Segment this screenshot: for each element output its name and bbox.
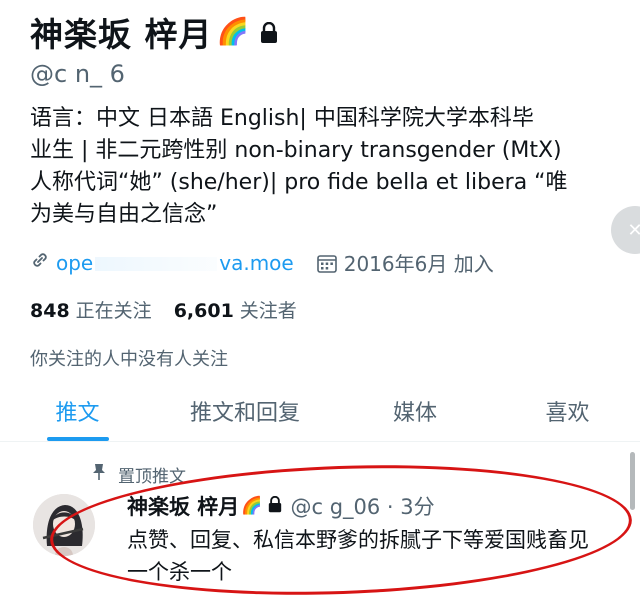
tweet-author-name[interactable]: 神楽坂 梓月 bbox=[127, 491, 239, 521]
follow-stats: 848 正在关注 6,601 关注者 bbox=[30, 296, 319, 323]
tweet-handle-time: @c g_06 · 3分 bbox=[290, 495, 435, 519]
pinned-tweet-label: 置顶推文 bbox=[92, 462, 186, 487]
bio-line: 为美与自由之信念” bbox=[30, 202, 218, 227]
rainbow-emoji-icon: 🌈 bbox=[241, 496, 263, 516]
tweet-text: 点赞、回复、私信本野爹的拆腻子下等爱国贱畜见一个杀一个 bbox=[127, 528, 589, 584]
profile-handle: @c n_ 6 bbox=[30, 60, 125, 88]
profile-bio: 语言：中文 日本語 English| 中国科学院大学本科毕 业生 | 非二元跨性… bbox=[30, 103, 620, 231]
bio-line: 业生 | 非二元跨性别 non-binary transgender (MtX) bbox=[30, 138, 562, 163]
scrollbar[interactable] bbox=[630, 452, 635, 510]
rainbow-emoji-icon: 🌈 bbox=[216, 17, 250, 47]
followers-label: 关注者 bbox=[239, 300, 297, 322]
tab-tweets[interactable]: 推文 bbox=[0, 380, 155, 441]
profile-display-name: 神楽坂 梓月 🌈 bbox=[30, 8, 278, 56]
followers-stat[interactable]: 6,601 关注者 bbox=[174, 296, 297, 323]
display-name-text: 神楽坂 梓月 bbox=[30, 15, 213, 54]
link-suffix: va.moe bbox=[219, 250, 294, 275]
lock-icon bbox=[260, 13, 278, 52]
profile-website-link[interactable]: ope va.moe bbox=[56, 251, 294, 275]
bio-line: 人称代词“她” (she/her)| pro fide bella et lib… bbox=[30, 170, 568, 195]
following-stat[interactable]: 848 正在关注 bbox=[30, 296, 152, 323]
tab-likes[interactable]: 喜欢 bbox=[495, 380, 640, 441]
tab-tweets-and-replies[interactable]: 推文和回复 bbox=[155, 380, 335, 441]
bio-line: 语言：中文 日本語 English| 中国科学院大学本科毕 bbox=[30, 106, 534, 131]
following-label: 正在关注 bbox=[75, 300, 152, 322]
joined-date: 2016年6月 加入 bbox=[343, 252, 494, 276]
pinned-text: 置顶推文 bbox=[118, 467, 186, 487]
followed-by-text: 你关注的人中没有人关注 bbox=[30, 349, 228, 370]
tweet-header: 神楽坂 梓月 🌈 @c g_06 · 3分 bbox=[127, 491, 435, 521]
followers-count: 6,601 bbox=[173, 300, 234, 322]
tab-media[interactable]: 媒体 bbox=[335, 380, 495, 441]
lock-icon bbox=[268, 494, 282, 518]
profile-tabs: 推文 推文和回复 媒体 喜欢 bbox=[0, 380, 640, 442]
profile-meta-row: ope va.moe 2016年6月 加入 bbox=[30, 248, 494, 277]
avatar[interactable] bbox=[33, 494, 95, 556]
link-redacted bbox=[95, 257, 218, 271]
link-prefix: ope bbox=[56, 250, 94, 275]
following-count: 848 bbox=[30, 300, 70, 322]
pin-icon bbox=[92, 463, 106, 486]
link-icon bbox=[30, 250, 50, 275]
calendar-icon bbox=[316, 252, 338, 274]
